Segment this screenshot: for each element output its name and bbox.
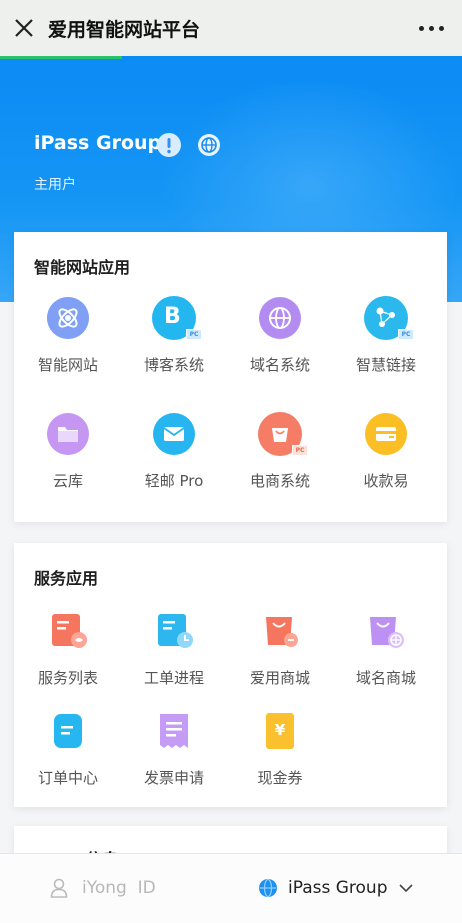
app-ticket-progress[interactable]: 工单进程 bbox=[120, 609, 228, 688]
top-bar: 爱用智能网站平台 bbox=[0, 0, 462, 56]
service-apps-card: 服务应用 服务列表 工单进程 爱用商城 域名商城 订单中心 发票申请 ¥ 现金券 bbox=[14, 543, 447, 807]
app-label: 收款易 bbox=[363, 472, 409, 490]
svg-text:¥: ¥ bbox=[275, 721, 286, 739]
app-label: 域名系统 bbox=[249, 356, 310, 374]
blog-icon: B PC bbox=[152, 296, 202, 340]
app-label: 博客系统 bbox=[143, 356, 204, 374]
ecommerce-icon: PC bbox=[258, 412, 308, 456]
domain-shop-icon bbox=[370, 617, 404, 648]
app-cash-coupon[interactable]: ¥ 现金券 bbox=[226, 709, 334, 788]
app-label: 现金券 bbox=[257, 769, 303, 787]
user-icon bbox=[50, 878, 68, 898]
domain-icon bbox=[259, 297, 301, 339]
chevron-down-icon bbox=[398, 884, 413, 893]
org-selector[interactable]: iPass Group bbox=[258, 878, 414, 898]
app-label: 域名商城 bbox=[355, 669, 416, 687]
service-list-icon bbox=[52, 614, 87, 648]
app-label: 爱用商城 bbox=[249, 669, 310, 687]
cloud-folder-icon bbox=[47, 413, 89, 455]
invoice-icon bbox=[160, 714, 188, 748]
bottom-bar: iYong ID iPass Group bbox=[0, 853, 462, 923]
app-label: 发票申请 bbox=[143, 769, 204, 787]
page-title: 爱用智能网站平台 bbox=[48, 19, 201, 41]
app-payment[interactable]: 收款易 bbox=[332, 412, 440, 491]
mail-icon bbox=[153, 413, 195, 455]
order-center-icon bbox=[54, 714, 82, 748]
shop-icon bbox=[266, 617, 298, 647]
app-label: 服务列表 bbox=[37, 669, 98, 687]
org-selector-label: iPass Group bbox=[288, 878, 388, 898]
app-label: 轻邮 Pro bbox=[144, 472, 204, 490]
section-title: 服务应用 bbox=[34, 569, 99, 588]
loading-progress-bar bbox=[0, 56, 122, 59]
globe-icon[interactable] bbox=[197, 133, 221, 157]
cash-coupon-icon: ¥ bbox=[266, 713, 294, 749]
globe-icon bbox=[259, 878, 277, 898]
close-icon[interactable] bbox=[12, 16, 36, 40]
app-order-center[interactable]: 订单中心 bbox=[14, 709, 122, 788]
app-label: 工单进程 bbox=[143, 669, 204, 687]
app-blog[interactable]: B PC 博客系统 bbox=[120, 296, 228, 375]
smart-apps-card: 智能网站应用 智能网站 B PC 博客系统 域名系统 PC 智慧链接 云库 轻邮… bbox=[14, 232, 447, 522]
user-id-tab[interactable]: iYong ID bbox=[50, 878, 156, 898]
more-icon[interactable] bbox=[419, 26, 444, 31]
app-label: 订单中心 bbox=[37, 769, 98, 787]
smart-link-icon: PC bbox=[364, 296, 414, 340]
app-ecommerce[interactable]: PC 电商系统 bbox=[226, 412, 334, 491]
smart-website-icon bbox=[47, 297, 89, 339]
app-cloud-library[interactable]: 云库 bbox=[14, 412, 122, 491]
user-id-label: iYong ID bbox=[82, 878, 156, 898]
app-label: 智慧链接 bbox=[355, 356, 416, 374]
app-smart-website[interactable]: 智能网站 bbox=[14, 296, 122, 375]
app-label: 云库 bbox=[52, 472, 83, 490]
info-icon[interactable] bbox=[157, 133, 181, 157]
app-domain[interactable]: 域名系统 bbox=[226, 296, 334, 375]
app-service-list[interactable]: 服务列表 bbox=[14, 609, 122, 688]
app-invoice[interactable]: 发票申请 bbox=[120, 709, 228, 788]
app-label: 电商系统 bbox=[249, 472, 310, 490]
section-title: 智能网站应用 bbox=[34, 258, 131, 277]
app-mail[interactable]: 轻邮 Pro bbox=[120, 412, 228, 491]
app-shop[interactable]: 爱用商城 bbox=[226, 609, 334, 688]
org-name: iPass Group bbox=[34, 132, 162, 154]
payment-icon bbox=[365, 413, 407, 455]
user-role: 主用户 bbox=[34, 177, 76, 193]
ticket-progress-icon bbox=[158, 614, 193, 648]
app-smart-link[interactable]: PC 智慧链接 bbox=[332, 296, 440, 375]
app-label: 智能网站 bbox=[37, 356, 98, 374]
app-domain-shop[interactable]: 域名商城 bbox=[332, 609, 440, 688]
